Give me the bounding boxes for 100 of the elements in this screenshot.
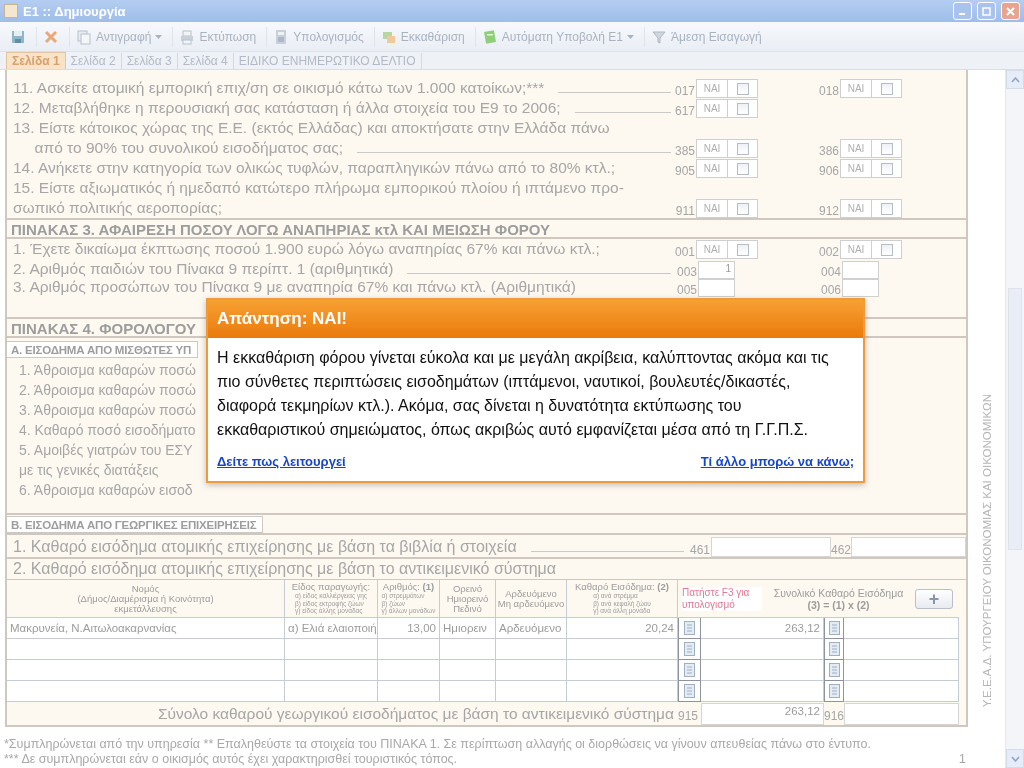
amount-field[interactable] — [711, 537, 831, 557]
checkbox[interactable] — [736, 82, 749, 95]
table-cell[interactable] — [285, 639, 378, 660]
scroll-down-button[interactable] — [1006, 749, 1024, 768]
maximize-icon[interactable] — [982, 6, 991, 16]
add-button[interactable]: + — [915, 588, 953, 609]
checkbox[interactable] — [880, 202, 893, 215]
funnel-icon[interactable] — [650, 28, 667, 45]
document-icon[interactable] — [684, 621, 695, 635]
window-title: Ε1 :: Δημιουργία — [23, 3, 127, 19]
table-cell[interactable] — [440, 681, 496, 702]
table-cell[interactable] — [567, 639, 678, 660]
table-cell[interactable] — [844, 618, 959, 639]
caret-up-icon[interactable] — [1010, 76, 1020, 83]
table-cell[interactable] — [844, 660, 959, 681]
table-cell[interactable] — [7, 660, 285, 681]
page-tab[interactable]: ΕΙΔΙΚΟ ΕΝΗΜΕΡΩΤΙΚΟ ΔΕΛΤΙΟ — [233, 53, 422, 69]
total-field[interactable] — [844, 703, 959, 725]
document-icon[interactable] — [828, 684, 840, 698]
table-cell[interactable]: Αρδευόμενο — [496, 618, 567, 639]
subsection-heading: Β. ΕΙΣΟΔΗΜΑ ΑΠΟ ΓΕΩΡΓΙΚΕΣ ΕΠΙΧΕΙΡΗΣΕΙΣ — [7, 516, 264, 533]
printer-icon[interactable] — [179, 28, 196, 45]
checkbox[interactable] — [880, 162, 893, 175]
table-cell[interactable] — [7, 681, 285, 702]
checkbox[interactable] — [736, 243, 749, 256]
field-code: 017 — [674, 84, 696, 98]
table-cell[interactable]: 20,24 — [567, 618, 678, 639]
table-cell[interactable] — [701, 681, 824, 702]
scroll-up-button[interactable] — [1006, 70, 1024, 89]
document-icon[interactable] — [481, 28, 498, 45]
table-cell[interactable]: 13,00 — [378, 618, 440, 639]
yes-label: ΝΑΙ — [841, 80, 872, 97]
yes-label: ΝΑΙ — [841, 200, 872, 217]
table-cell[interactable]: Μακρυνεία, Ν.Αιτωλοακαρνανίας — [7, 618, 285, 639]
checkbox[interactable] — [736, 102, 749, 115]
table-cell[interactable] — [496, 639, 567, 660]
checkbox[interactable] — [736, 142, 749, 155]
checkbox[interactable] — [880, 82, 893, 95]
toolbar-button[interactable]: Αντιγραφή — [69, 26, 169, 47]
table-cell[interactable] — [496, 660, 567, 681]
table-cell[interactable] — [378, 681, 440, 702]
table-cell[interactable]: Ημιορειν — [440, 618, 496, 639]
table-cell[interactable]: 263,12 — [701, 618, 824, 639]
document-icon[interactable] — [828, 642, 840, 656]
caret-down-icon[interactable] — [1010, 755, 1020, 762]
toolbar-button[interactable]: Εκτύπωση — [172, 26, 263, 47]
field-code: 018 — [818, 84, 840, 98]
page-tab[interactable]: Σελίδα 1 — [6, 52, 66, 69]
document-icon[interactable] — [828, 663, 840, 677]
number-field[interactable] — [842, 261, 879, 279]
document-icon[interactable] — [684, 642, 695, 656]
table-cell[interactable] — [7, 639, 285, 660]
document-icon[interactable] — [684, 684, 695, 698]
table-cell[interactable] — [378, 660, 440, 681]
maximize-button[interactable] — [977, 2, 996, 20]
amount-field[interactable] — [851, 537, 966, 557]
caret-icon[interactable] — [155, 34, 163, 39]
close-icon[interactable] — [1006, 6, 1015, 16]
field-code: 916 — [824, 708, 844, 725]
table-cell[interactable] — [496, 681, 567, 702]
page-tab[interactable]: Σελίδα 3 — [121, 53, 178, 69]
document-icon[interactable] — [684, 663, 695, 677]
table-cell[interactable] — [285, 681, 378, 702]
toolbar-button[interactable]: Εκκαθάριση — [373, 26, 471, 47]
table-cell[interactable] — [701, 660, 824, 681]
field-code: 905 — [674, 164, 696, 178]
table-cell[interactable] — [378, 639, 440, 660]
table-cell[interactable] — [844, 639, 959, 660]
toolbar-button[interactable]: Υπολογισμός — [266, 26, 370, 47]
table-cell[interactable] — [440, 639, 496, 660]
checkbox[interactable] — [880, 243, 893, 256]
toolbar-button[interactable]: Αυτόματη Υποβολή Ε1 — [474, 26, 640, 47]
toolbar-button[interactable]: Άμεση Εισαγωγή — [643, 26, 768, 47]
table-cell[interactable] — [701, 639, 824, 660]
table-cell[interactable] — [567, 660, 678, 681]
checkbox[interactable] — [736, 162, 749, 175]
checkbox[interactable] — [736, 202, 749, 215]
table-cell[interactable] — [285, 660, 378, 681]
document-icon[interactable] — [828, 621, 840, 635]
number-field[interactable]: 1 — [698, 261, 735, 279]
table-cell[interactable]: α) Ελιά ελαιοποιή — [285, 618, 378, 639]
page-tab[interactable]: Σελίδα 4 — [177, 53, 234, 69]
delete-icon[interactable] — [43, 28, 59, 45]
number-field[interactable] — [842, 279, 879, 297]
checkbox[interactable] — [880, 142, 893, 155]
popup-link[interactable]: Δείτε πως λειτουργεί — [217, 454, 346, 469]
minimize-button[interactable] — [953, 2, 972, 20]
number-field[interactable] — [698, 279, 735, 297]
table-cell[interactable] — [844, 681, 959, 702]
table-cell[interactable] — [567, 681, 678, 702]
page-tab[interactable]: Σελίδα 2 — [65, 53, 122, 69]
save-icon[interactable] — [10, 28, 26, 45]
caret-icon[interactable] — [626, 34, 634, 39]
section-heading: ΠΙΝΑΚΑΣ 3. ΑΦΑΙΡΕΣΗ ΠΟΣΟΥ ΛΟΓΩ ΑΝΑΠΗΡΙΑΣ κτλ ΚΑΙ ΜΕΙΩΣΗ ΦΟΡΟΥ — [7, 218, 966, 239]
close-button[interactable] — [1001, 2, 1020, 20]
table-cell[interactable] — [440, 660, 496, 681]
field-code: 005 — [675, 283, 698, 297]
popup-link[interactable]: Τί άλλο μπορώ να κάνω; — [700, 454, 854, 469]
total-field[interactable]: 263,12 — [701, 703, 824, 725]
copy-icon[interactable] — [76, 28, 92, 45]
